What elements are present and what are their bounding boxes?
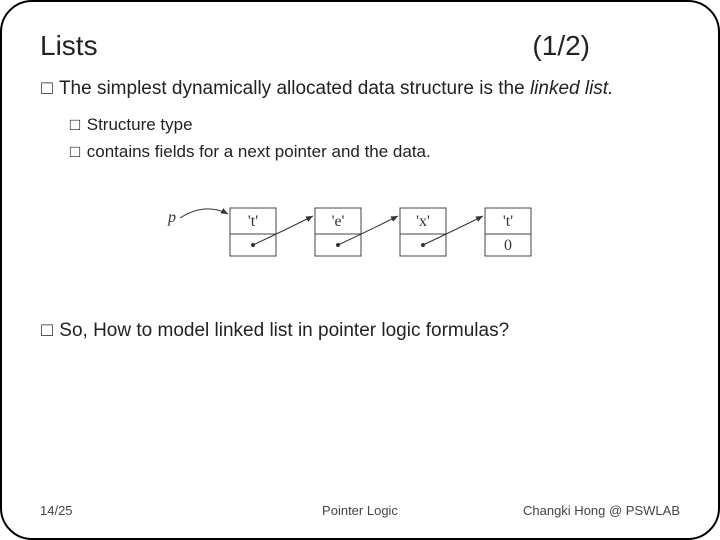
bullet-question: □ So, How to model linked list in pointe… [40, 318, 680, 345]
sub-bullet-1-text: Structure type [87, 115, 193, 134]
slide-counter: (1/2) [532, 30, 590, 62]
bullet-1-em: linked list. [530, 78, 613, 99]
footer-author: Changki Hong @ PSWLAB [523, 503, 680, 518]
bullet-box-icon: □ [68, 140, 82, 164]
slide-title: Lists [40, 30, 98, 62]
arrow-icon [180, 209, 228, 218]
linked-list-diagram: p 't' 'e' 'x' 't' 0 [150, 192, 570, 282]
sub-bullet-1: □ Structure type [68, 113, 680, 137]
bullet-1-pre: The simplest dynamically allocated data … [59, 78, 530, 99]
node-data-value: 'e' [332, 213, 345, 230]
header: Lists (1/2) [40, 30, 680, 62]
pointer-p-label: p [167, 209, 176, 226]
body: □ The simplest dynamically allocated dat… [40, 76, 680, 345]
question-text: So, How to model linked list in pointer … [59, 320, 509, 341]
footer-subject: Pointer Logic [322, 503, 398, 518]
sub-bullet-2-text: contains fields for a next pointer and t… [87, 142, 431, 161]
bullet-box-icon: □ [68, 113, 82, 137]
page-number: 14/25 [40, 503, 73, 518]
sub-bullet-2: □ contains fields for a next pointer and… [68, 140, 680, 164]
footer: 14/25 Pointer Logic Changki Hong @ PSWLA… [40, 503, 680, 518]
node-data-value: 'x' [416, 213, 430, 230]
node-null-value: 0 [504, 237, 512, 254]
node-data-value: 't' [503, 213, 513, 230]
bullet-box-icon: □ [40, 318, 54, 345]
node-data-value: 't' [248, 213, 258, 230]
bullet-1: □ The simplest dynamically allocated dat… [40, 76, 680, 103]
bullet-box-icon: □ [40, 76, 54, 103]
slide-frame: Lists (1/2) □ The simplest dynamically a… [0, 0, 720, 540]
